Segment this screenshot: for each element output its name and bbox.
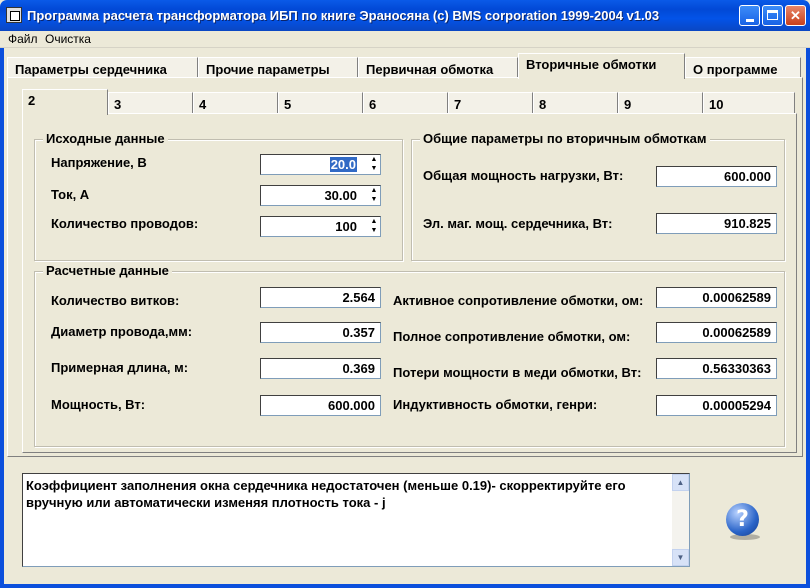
inductance-label: Индуктивность обмотки, генри:	[393, 397, 598, 412]
winding-tab-strip: 2 3 4 5 6 7 8 9 10	[22, 89, 797, 115]
tab-winding-5[interactable]: 5	[278, 92, 363, 114]
voltage-spin[interactable]: ▲ ▼	[369, 156, 379, 173]
length-label: Примерная длина, м:	[51, 360, 189, 375]
window-frame-right	[806, 31, 810, 588]
scroll-up-icon[interactable]: ▲	[672, 474, 689, 491]
length-field[interactable]: 0.369	[260, 358, 381, 379]
spin-down-icon[interactable]: ▼	[369, 227, 379, 235]
message-text: Коэффициент заполнения окна сердечника н…	[26, 478, 626, 510]
full-resistance-label: Полное сопротивление обмотки, ом:	[393, 329, 631, 344]
app-icon[interactable]	[6, 7, 22, 23]
minimize-button[interactable]	[739, 5, 760, 26]
wires-value: 100	[335, 219, 357, 234]
current-label: Ток, А	[51, 187, 90, 202]
tab-winding-9[interactable]: 9	[618, 92, 703, 114]
diameter-label: Диаметр провода,мм:	[51, 324, 193, 339]
tab-secondary-windings[interactable]: Вторичные обмотки	[518, 53, 685, 79]
tab-about[interactable]: О программе	[685, 57, 801, 79]
total-load-label: Общая мощность нагрузки, Вт:	[423, 168, 624, 183]
spin-up-icon[interactable]: ▲	[369, 187, 379, 195]
voltage-stepper[interactable]: 20.0 ▲ ▼	[260, 154, 381, 175]
wires-label: Количество проводов:	[51, 216, 199, 231]
spin-down-icon[interactable]: ▼	[369, 165, 379, 173]
title-bar[interactable]: Программа расчета трансформатора ИБП по …	[0, 0, 810, 31]
tab-other-params[interactable]: Прочие параметры	[198, 57, 358, 79]
turns-label: Количество витков:	[51, 293, 180, 308]
maximize-icon	[767, 10, 778, 20]
core-power-label: Эл. маг. мощ. сердечника, Вт:	[423, 216, 613, 231]
copper-loss-label: Потери мощности в меди обмотки, Вт:	[393, 365, 642, 380]
voltage-value: 20.0	[329, 157, 357, 172]
spin-down-icon[interactable]: ▼	[369, 196, 379, 204]
tab-winding-6[interactable]: 6	[363, 92, 448, 114]
menu-file[interactable]: Файл	[8, 32, 38, 46]
tab-winding-3[interactable]: 3	[108, 92, 193, 114]
tab-primary-winding[interactable]: Первичная обмотка	[358, 57, 518, 79]
copper-loss-field[interactable]: 0.56330363	[656, 358, 777, 379]
wires-stepper[interactable]: 100 ▲ ▼	[260, 216, 381, 237]
active-resistance-field[interactable]: 0.00062589	[656, 287, 777, 308]
current-stepper[interactable]: 30.00 ▲ ▼	[260, 185, 381, 206]
maximize-button[interactable]	[762, 5, 783, 26]
menu-bar: Файл Очистка	[0, 31, 810, 48]
help-question-icon: ?	[726, 503, 759, 536]
core-power-field[interactable]: 910.825	[656, 213, 777, 234]
tab-winding-7[interactable]: 7	[448, 92, 533, 114]
main-tab-strip: Параметры сердечника Прочие параметры Пе…	[7, 53, 803, 79]
message-scrollbar[interactable]: ▲ ▼	[672, 474, 689, 566]
tab-winding-8[interactable]: 8	[533, 92, 618, 114]
calculated-data-title: Расчетные данные	[43, 263, 172, 278]
tab-core-params[interactable]: Параметры сердечника	[7, 57, 198, 79]
scroll-down-icon[interactable]: ▼	[672, 549, 689, 566]
current-value: 30.00	[324, 188, 357, 203]
general-params-group: Общие параметры по вторичным обмоткам	[411, 131, 785, 261]
message-textarea[interactable]: Коэффициент заполнения окна сердечника н…	[22, 473, 690, 567]
diameter-field[interactable]: 0.357	[260, 322, 381, 343]
minimize-icon	[746, 19, 754, 22]
spin-up-icon[interactable]: ▲	[369, 218, 379, 226]
wires-spin[interactable]: ▲ ▼	[369, 218, 379, 235]
total-load-field[interactable]: 600.000	[656, 166, 777, 187]
window-frame-bottom	[0, 584, 810, 588]
tab-winding-10[interactable]: 10	[703, 92, 795, 114]
window-title: Программа расчета трансформатора ИБП по …	[27, 8, 660, 23]
close-button[interactable]: ✕	[785, 5, 806, 26]
full-resistance-field[interactable]: 0.00062589	[656, 322, 777, 343]
power-field[interactable]: 600.000	[260, 395, 381, 416]
power-label: Мощность, Вт:	[51, 397, 146, 412]
active-resistance-label: Активное сопротивление обмотки, ом:	[393, 293, 644, 308]
input-data-title: Исходные данные	[43, 131, 168, 146]
tab-winding-4[interactable]: 4	[193, 92, 278, 114]
tab-winding-2[interactable]: 2	[22, 89, 108, 115]
current-spin[interactable]: ▲ ▼	[369, 187, 379, 204]
spin-up-icon[interactable]: ▲	[369, 156, 379, 164]
turns-field[interactable]: 2.564	[260, 287, 381, 308]
close-icon: ✕	[790, 8, 801, 23]
help-button[interactable]: ?	[726, 503, 762, 540]
general-params-title: Общие параметры по вторичным обмоткам	[420, 131, 710, 146]
inductance-field[interactable]: 0.00005294	[656, 395, 777, 416]
window-frame-left	[0, 31, 4, 588]
menu-clear[interactable]: Очистка	[45, 32, 91, 46]
voltage-label: Напряжение, В	[51, 155, 147, 170]
